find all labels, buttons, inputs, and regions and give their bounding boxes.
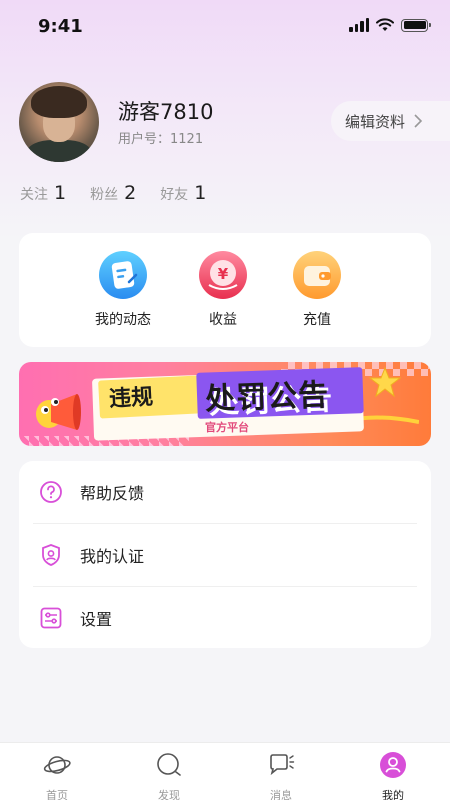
status-icons (349, 18, 431, 32)
banner-tag: 违规 (108, 384, 154, 413)
status-bar: 9:41 (0, 0, 450, 54)
tab-label: 消息 (270, 789, 292, 800)
megaphone-icon (36, 394, 81, 430)
tab-label: 我的 (382, 789, 404, 800)
feature-my-posts[interactable]: 我的动态 (83, 251, 163, 329)
user-id: 用户号：1121 (118, 132, 204, 147)
tab-messages[interactable]: 消息 (251, 751, 311, 800)
menu-label: 我的认证 (80, 547, 145, 566)
stat-friends[interactable]: 好友 1 (160, 182, 206, 204)
tab-label: 发现 (158, 789, 180, 800)
feature-recharge[interactable]: 充值 (277, 251, 357, 329)
feature-earnings[interactable]: ¥ 收益 (183, 251, 263, 329)
svg-text:¥: ¥ (218, 265, 229, 283)
stat-label: 粉丝 (90, 187, 119, 203)
tab-bar: 首页 发现 消息 我的 (0, 742, 450, 800)
menu-label: 帮助反馈 (80, 484, 145, 503)
tab-discover[interactable]: 发现 (139, 751, 199, 800)
stat-label: 关注 (20, 187, 48, 203)
chevron-right-icon (414, 114, 423, 128)
note-icon (99, 251, 147, 299)
shield-user-icon (42, 544, 60, 566)
tab-label: 首页 (46, 789, 68, 800)
message-icon (270, 754, 295, 776)
stat-following[interactable]: 关注 1 (20, 182, 66, 204)
status-time: 9:41 (38, 16, 83, 37)
discover-icon (157, 753, 181, 776)
menu-card: 帮助反馈 我的认证 设置 (19, 461, 431, 648)
edit-profile-button[interactable]: 编辑资料 (331, 101, 450, 141)
help-icon (40, 481, 62, 503)
stat-value: 1 (54, 182, 67, 204)
penalty-notice-banner[interactable]: 违规 处罚公告 处罚公告 官方平台 (19, 362, 431, 446)
yuan-icon: ¥ (199, 251, 247, 299)
settings-icon (40, 607, 62, 629)
stat-followers[interactable]: 粉丝 2 (90, 182, 136, 204)
tab-mine[interactable]: 我的 (363, 751, 423, 800)
feature-card: 我的动态 ¥ 收益 充值 (19, 233, 431, 347)
banner-title: 处罚公告 (204, 377, 330, 418)
signal-icon (349, 18, 369, 32)
stats-row: 关注 1 粉丝 2 好友 1 (20, 182, 206, 204)
menu-item-settings[interactable]: 设置 (19, 587, 431, 649)
wifi-icon (376, 18, 394, 31)
wallet-icon (293, 251, 341, 299)
banner-subtitle: 官方平台 (205, 421, 249, 434)
menu-item-my-verification[interactable]: 我的认证 (19, 524, 431, 586)
username: 游客7810 (118, 100, 214, 124)
star-icon (369, 366, 401, 398)
stat-value: 1 (194, 182, 207, 204)
stat-label: 好友 (160, 187, 189, 203)
tab-home[interactable]: 首页 (27, 751, 87, 800)
edit-profile-label: 编辑资料 (345, 112, 406, 131)
feature-label: 充值 (303, 312, 331, 328)
menu-label: 设置 (80, 610, 113, 629)
feature-label: 收益 (209, 312, 237, 328)
menu-item-help-feedback[interactable]: 帮助反馈 (19, 461, 431, 523)
profile-icon (380, 752, 406, 778)
planet-icon (43, 756, 71, 774)
avatar[interactable] (19, 82, 99, 162)
feature-label: 我的动态 (95, 312, 151, 328)
battery-icon (401, 18, 431, 32)
stat-value: 2 (124, 182, 137, 204)
